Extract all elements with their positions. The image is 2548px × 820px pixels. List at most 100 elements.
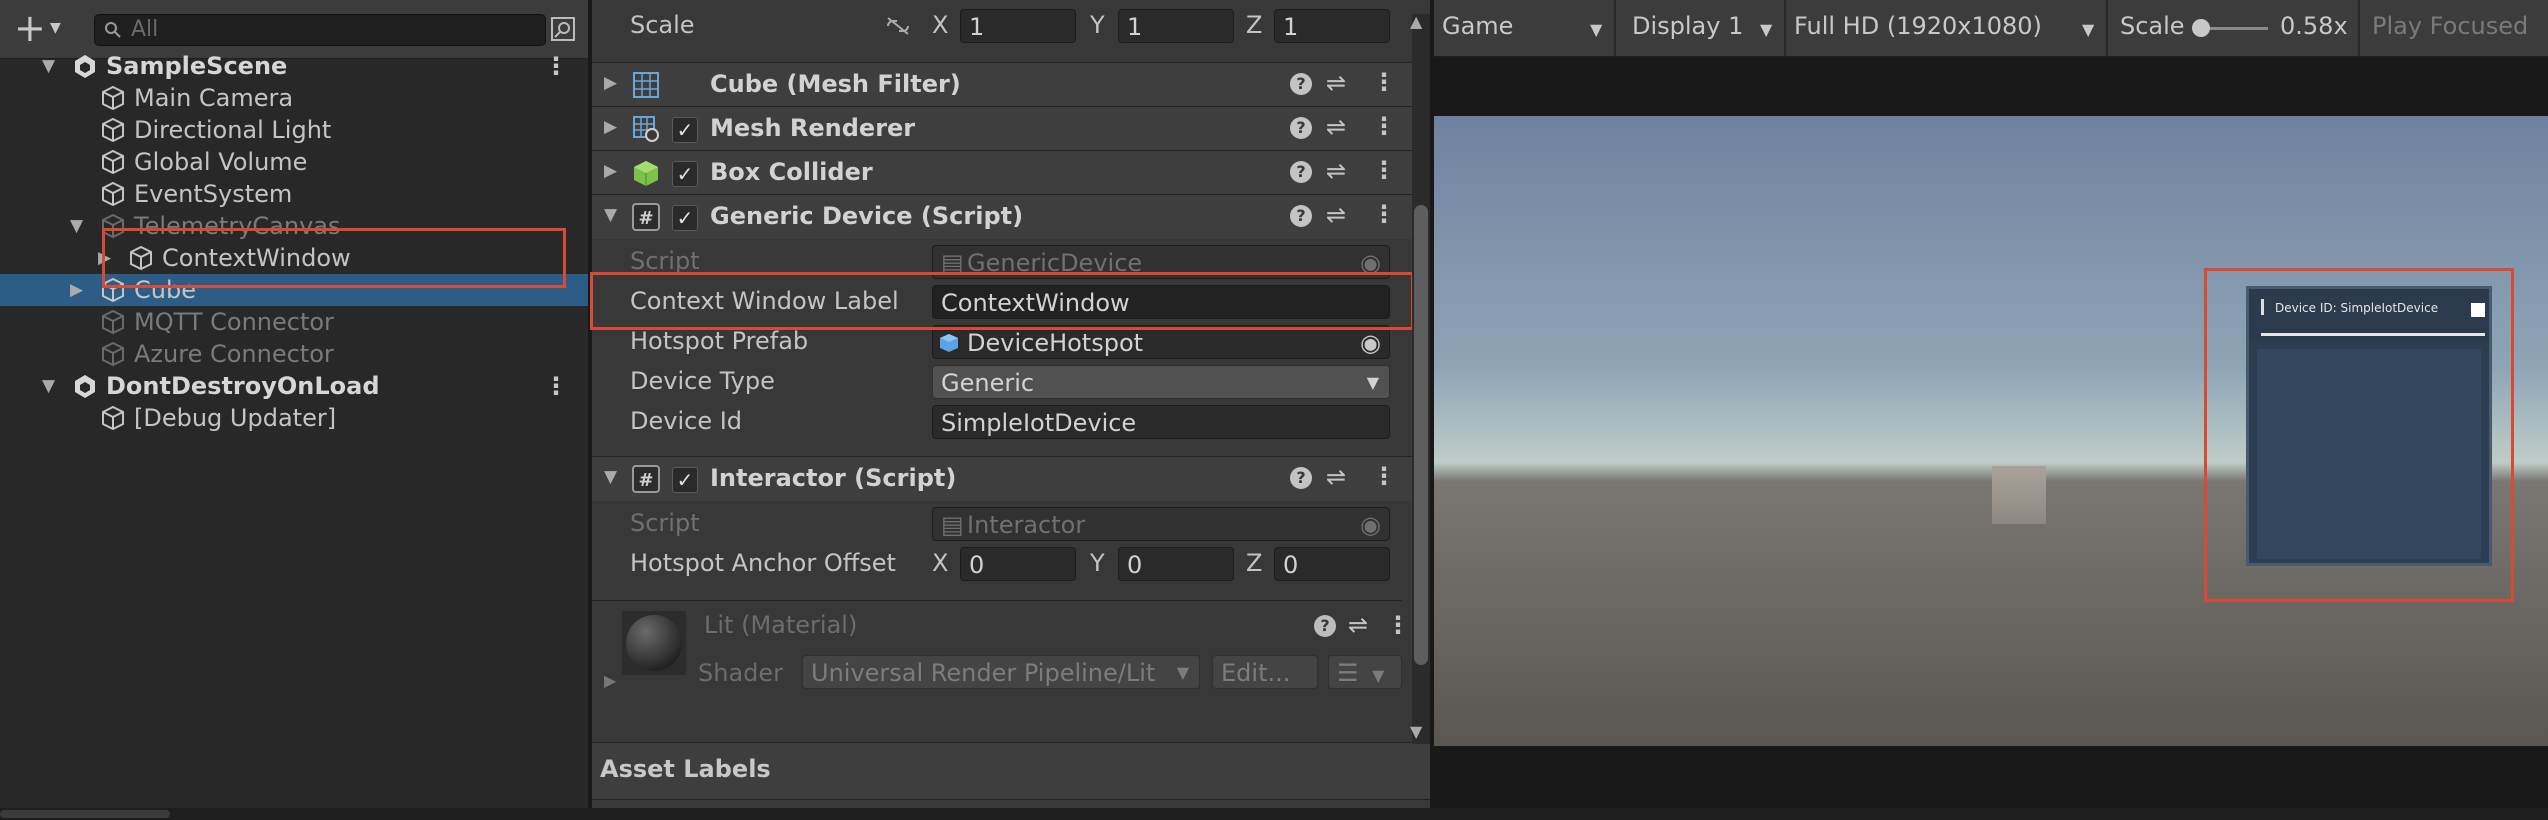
cube-object[interactable] xyxy=(1992,466,2046,524)
hotspot-anchor-offset-label: Hotspot Anchor Offset xyxy=(630,549,896,577)
collapse-arrow-icon[interactable]: ▼ xyxy=(70,210,83,242)
gameobject-cube-icon xyxy=(102,309,124,335)
offset-y-field[interactable]: 0 xyxy=(1118,547,1234,581)
scroll-up-icon[interactable]: ▲ xyxy=(1410,12,1422,31)
hierarchy-row[interactable]: ▼ SampleScene ⋮ xyxy=(0,50,588,82)
hierarchy-row-label: [Debug Updater] xyxy=(134,404,337,432)
material-name: Lit (Material) xyxy=(704,611,858,639)
material-menu-icon[interactable]: ⋮ xyxy=(1386,611,1410,639)
presets-icon[interactable]: ⇌ xyxy=(1348,611,1368,639)
chevron-down-icon[interactable]: ▼ xyxy=(1590,20,1602,39)
script-label: Script xyxy=(630,509,700,537)
create-button[interactable]: + xyxy=(14,8,46,48)
presets-icon[interactable]: ⇌ xyxy=(1326,201,1346,229)
help-icon[interactable]: ? xyxy=(1290,161,1312,183)
chevron-down-icon: ▼ xyxy=(1176,663,1189,682)
component-menu-icon[interactable]: ⋮ xyxy=(1372,68,1396,96)
scale-row: Scale X 1 Y 1 Z 1 xyxy=(592,6,1402,46)
view-selector-label[interactable]: Game xyxy=(1442,12,1513,40)
expand-arrow-icon[interactable]: ▶ xyxy=(604,161,617,181)
svg-text:#: # xyxy=(638,470,653,491)
device-id-row: Device Id SimpleIotDevice xyxy=(592,402,1402,442)
shader-options-dropdown[interactable]: ☰ ▼ xyxy=(1328,655,1402,689)
hierarchy-row[interactable]: Global Volume xyxy=(0,146,588,178)
scroll-down-icon[interactable]: ▼ xyxy=(1410,722,1422,741)
expand-arrow-icon[interactable]: ▶ xyxy=(604,117,617,137)
enabled-checkbox[interactable]: ✓ xyxy=(672,161,698,187)
enabled-checkbox[interactable]: ✓ xyxy=(672,117,698,143)
horizontal-scroll-thumb[interactable] xyxy=(0,810,170,818)
presets-icon[interactable]: ⇌ xyxy=(1326,69,1346,97)
hierarchy-row[interactable]: [Debug Updater] xyxy=(0,402,588,434)
expand-arrow-icon[interactable]: ▶ xyxy=(604,671,616,690)
hierarchy-row-label: Main Camera xyxy=(134,84,294,112)
component-menu-icon[interactable]: ⋮ xyxy=(1372,462,1396,490)
chevron-down-icon[interactable]: ▼ xyxy=(2082,20,2094,39)
presets-icon[interactable]: ⇌ xyxy=(1326,463,1346,491)
constrain-proportions-icon[interactable] xyxy=(884,16,912,36)
expand-arrow-icon[interactable]: ▶ xyxy=(604,73,617,93)
help-icon[interactable]: ? xyxy=(1314,615,1336,637)
game-viewport[interactable]: Device ID: SimpleIotDevice xyxy=(1434,116,2548,746)
hierarchy-row[interactable]: EventSystem xyxy=(0,178,588,210)
scene-menu-icon[interactable]: ⋮ xyxy=(544,50,568,82)
device-id-input[interactable]: SimpleIotDevice xyxy=(932,405,1390,439)
help-icon[interactable]: ? xyxy=(1290,467,1312,489)
hotspot-prefab-field[interactable]: DeviceHotspot ◉ xyxy=(932,325,1390,359)
component-mesh-renderer[interactable]: ▶ ✓ Mesh Renderer ? ⇌ ⋮ xyxy=(592,106,1430,151)
help-icon[interactable]: ? xyxy=(1290,73,1312,95)
hierarchy-row[interactable]: MQTT Connector xyxy=(0,306,588,338)
display-selector[interactable]: Display 1 xyxy=(1632,12,1743,40)
component-mesh-filter[interactable]: ▶ Cube (Mesh Filter) ? ⇌ ⋮ xyxy=(592,62,1430,107)
collapse-arrow-icon[interactable]: ▼ xyxy=(42,50,55,82)
chevron-down-icon: ▼ xyxy=(1366,373,1379,392)
shader-edit-button[interactable]: Edit... xyxy=(1212,655,1318,689)
component-box-collider[interactable]: ▶ ✓ Box Collider ? ⇌ ⋮ xyxy=(592,150,1430,195)
scale-slider-handle[interactable] xyxy=(2192,19,2210,37)
unity-scene-icon xyxy=(75,375,95,398)
offset-x-field[interactable]: 0 xyxy=(960,547,1076,581)
hierarchy-row-label: EventSystem xyxy=(134,180,293,208)
help-icon[interactable]: ? xyxy=(1290,205,1312,227)
hierarchy-row[interactable]: ▼ DontDestroyOnLoad ⋮ xyxy=(0,370,588,402)
collapse-arrow-icon[interactable]: ▼ xyxy=(42,370,55,402)
hierarchy-row-label: SampleScene xyxy=(106,52,288,80)
hierarchy-row[interactable]: Azure Connector xyxy=(0,338,588,370)
create-dropdown-icon[interactable]: ▼ xyxy=(50,20,61,36)
object-picker-icon[interactable]: ◉ xyxy=(1360,326,1381,358)
scale-label: Scale xyxy=(2120,12,2185,40)
hierarchy-panel: + ▼ All ▼ SampleScene ⋮ Main Camera Directio… xyxy=(0,0,588,820)
component-generic-device[interactable]: ▼ # ✓ Generic Device (Script) ? ⇌ ⋮ xyxy=(592,194,1430,239)
enabled-checkbox[interactable]: ✓ xyxy=(672,467,698,493)
help-icon[interactable]: ? xyxy=(1290,117,1312,139)
scale-x-field[interactable]: 1 xyxy=(960,9,1076,43)
scene-visibility-icon[interactable] xyxy=(550,16,576,42)
scale-label: Scale xyxy=(630,11,695,39)
hierarchy-row[interactable]: Main Camera xyxy=(0,82,588,114)
scene-menu-icon[interactable]: ⋮ xyxy=(544,370,568,402)
component-interactor[interactable]: ▼ # ✓ Interactor (Script) ? ⇌ ⋮ xyxy=(592,456,1430,501)
expand-arrow-icon[interactable]: ▶ xyxy=(70,274,83,306)
scale-z-field[interactable]: 1 xyxy=(1274,9,1390,43)
hierarchy-search-input[interactable]: All xyxy=(94,14,546,46)
enabled-checkbox[interactable]: ✓ xyxy=(672,205,698,231)
highlight-box-device-window xyxy=(2204,268,2514,602)
presets-icon[interactable]: ⇌ xyxy=(1326,157,1346,185)
device-type-dropdown[interactable]: Generic ▼ xyxy=(932,365,1390,399)
inspector-scroll-thumb[interactable] xyxy=(1414,205,1428,665)
asset-labels-bar[interactable]: Asset Labels xyxy=(592,742,1430,800)
resolution-selector[interactable]: Full HD (1920x1080) xyxy=(1794,12,2042,40)
chevron-down-icon[interactable]: ▼ xyxy=(1760,20,1772,39)
offset-z-field[interactable]: 0 xyxy=(1274,547,1390,581)
component-menu-icon[interactable]: ⋮ xyxy=(1372,112,1396,140)
collapse-arrow-icon[interactable]: ▼ xyxy=(604,467,617,487)
play-focused-dropdown[interactable]: Play Focused xyxy=(2372,12,2528,40)
hierarchy-row[interactable]: Directional Light xyxy=(0,114,588,146)
scale-y-field[interactable]: 1 xyxy=(1118,9,1234,43)
component-menu-icon[interactable]: ⋮ xyxy=(1372,200,1396,228)
collapse-arrow-icon[interactable]: ▼ xyxy=(604,205,617,225)
component-name: Generic Device (Script) xyxy=(710,202,1024,230)
shader-dropdown[interactable]: Universal Render Pipeline/Lit ▼ xyxy=(802,655,1200,689)
presets-icon[interactable]: ⇌ xyxy=(1326,113,1346,141)
component-menu-icon[interactable]: ⋮ xyxy=(1372,156,1396,184)
